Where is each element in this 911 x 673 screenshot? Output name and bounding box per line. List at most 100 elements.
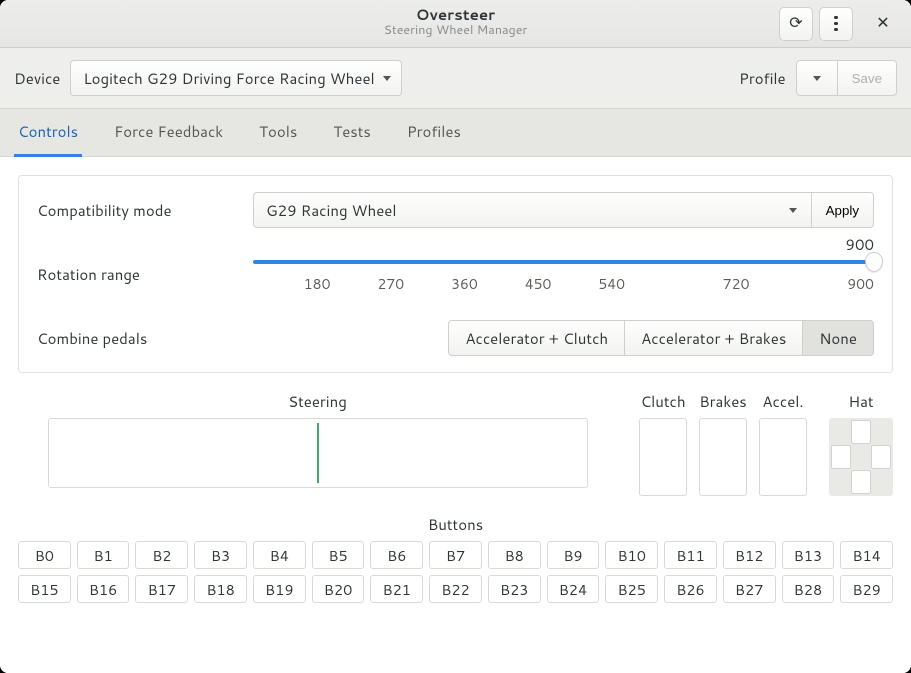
button-indicator-b8: B8 [488, 541, 541, 569]
button-indicator-b10: B10 [605, 541, 658, 569]
combine-option-1[interactable]: Accelerator + Brakes [625, 320, 803, 356]
input-preview: Steering Clutch Brakes Accel. [18, 391, 893, 496]
refresh-icon: ⟳ [789, 16, 802, 32]
button-indicator-b9: B9 [547, 541, 600, 569]
steering-indicator [48, 418, 588, 488]
tab-tools[interactable]: Tools [255, 109, 301, 157]
rotation-label: Rotation range [37, 264, 237, 285]
hat-up [851, 420, 871, 444]
close-button[interactable]: ✕ [865, 6, 901, 42]
profile-group: Save [796, 60, 897, 96]
brakes-indicator [699, 418, 747, 496]
button-indicator-b29: B29 [840, 575, 893, 603]
combine-row: Combine pedals Accelerator + ClutchAccel… [37, 320, 874, 356]
device-combo[interactable]: Logitech G29 Driving Force Racing Wheel [70, 60, 401, 96]
accel-caption: Accel. [762, 391, 803, 412]
clutch-caption: Clutch [640, 391, 685, 412]
compat-apply-label: Apply [826, 203, 859, 218]
rotation-slider[interactable]: 900 180 270 360 450 540 720 900 [253, 254, 874, 294]
button-indicator-b11: B11 [664, 541, 717, 569]
profile-label: Profile [739, 68, 786, 89]
tab-profiles[interactable]: Profiles [403, 109, 465, 157]
combine-toggle-group: Accelerator + ClutchAccelerator + Brakes… [448, 320, 874, 356]
tab-force-feedback[interactable]: Force Feedback [110, 109, 227, 157]
slider-tick: 540 [598, 274, 625, 294]
button-indicator-b0: B0 [18, 541, 71, 569]
save-button[interactable]: Save [838, 60, 897, 96]
tab-bar: Controls Force Feedback Tools Tests Profiles [0, 109, 911, 157]
refresh-button[interactable]: ⟳ [779, 7, 813, 41]
button-indicator-b7: B7 [429, 541, 482, 569]
steering-center-line [317, 423, 319, 483]
buttons-section: Buttons B0B1B2B3B4B5B6B7B8B9B10B11B12B13… [18, 514, 893, 603]
chevron-down-icon [813, 76, 821, 81]
window-title: Oversteer [0, 6, 911, 23]
button-indicator-b28: B28 [782, 575, 835, 603]
tab-tests[interactable]: Tests [329, 109, 375, 157]
slider-tick: 900 [847, 274, 874, 294]
hat-down [851, 470, 871, 494]
brakes-caption: Brakes [699, 391, 747, 412]
menu-button[interactable] [819, 7, 853, 41]
window-subtitle: Steering Wheel Manager [0, 23, 911, 37]
buttons-caption: Buttons [428, 514, 483, 535]
combine-option-2[interactable]: None [803, 320, 874, 356]
chevron-down-icon [383, 76, 391, 81]
content-area: Compatibility mode G29 Racing Wheel Appl… [0, 157, 911, 673]
button-indicator-b6: B6 [370, 541, 423, 569]
button-indicator-b16: B16 [77, 575, 130, 603]
button-indicator-b27: B27 [723, 575, 776, 603]
button-indicator-b15: B15 [18, 575, 71, 603]
button-indicator-b13: B13 [782, 541, 835, 569]
tab-controls[interactable]: Controls [14, 109, 82, 157]
button-indicator-b18: B18 [194, 575, 247, 603]
compat-combo-value: G29 Racing Wheel [266, 200, 397, 221]
slider-ticks: 180 270 360 450 540 720 900 [253, 274, 874, 294]
button-indicator-b24: B24 [547, 575, 600, 603]
button-indicator-b21: B21 [370, 575, 423, 603]
rotation-row: Rotation range 900 180 270 360 450 540 720 9… [37, 254, 874, 294]
device-combo-value: Logitech G29 Driving Force Racing Wheel [83, 68, 374, 89]
compat-combo[interactable]: G29 Racing Wheel [253, 192, 811, 228]
steering-caption: Steering [288, 391, 347, 412]
button-indicator-b4: B4 [253, 541, 306, 569]
profile-combo[interactable] [796, 60, 838, 96]
slider-tick: 720 [723, 274, 750, 294]
controls-panel: Compatibility mode G29 Racing Wheel Appl… [18, 175, 893, 373]
button-indicator-b17: B17 [135, 575, 188, 603]
button-indicator-b1: B1 [77, 541, 130, 569]
button-indicator-b23: B23 [488, 575, 541, 603]
compat-row: Compatibility mode G29 Racing Wheel Appl… [37, 192, 874, 228]
slider-tick: 180 [304, 274, 331, 294]
toolbar: Device Logitech G29 Driving Force Racing… [0, 48, 911, 109]
button-indicator-b5: B5 [312, 541, 365, 569]
app-window: Oversteer Steering Wheel Manager ⟳ ✕ Dev… [0, 0, 911, 673]
titlebar: Oversteer Steering Wheel Manager ⟳ ✕ [0, 0, 911, 48]
title-block: Oversteer Steering Wheel Manager [0, 6, 911, 38]
buttons-grid: B0B1B2B3B4B5B6B7B8B9B10B11B12B13B14B15B1… [18, 541, 893, 603]
slider-track [253, 260, 874, 264]
hat-right [871, 445, 891, 469]
compat-label: Compatibility mode [37, 200, 237, 221]
kebab-icon [834, 16, 837, 31]
button-indicator-b20: B20 [312, 575, 365, 603]
hat-indicator [829, 418, 893, 496]
slider-tick: 360 [451, 274, 478, 294]
device-label: Device [14, 68, 60, 89]
chevron-down-icon [789, 208, 797, 213]
button-indicator-b22: B22 [429, 575, 482, 603]
save-button-label: Save [852, 71, 882, 86]
slider-tick: 450 [525, 274, 552, 294]
slider-tick: 270 [377, 274, 404, 294]
button-indicator-b26: B26 [664, 575, 717, 603]
combine-option-0[interactable]: Accelerator + Clutch [448, 320, 625, 356]
button-indicator-b3: B3 [194, 541, 247, 569]
hat-caption: Hat [848, 391, 873, 412]
button-indicator-b14: B14 [840, 541, 893, 569]
combine-label: Combine pedals [37, 328, 237, 349]
slider-thumb[interactable] [865, 252, 883, 272]
compat-apply-button[interactable]: Apply [811, 192, 874, 228]
button-indicator-b12: B12 [723, 541, 776, 569]
accel-indicator [759, 418, 807, 496]
button-indicator-b25: B25 [605, 575, 658, 603]
